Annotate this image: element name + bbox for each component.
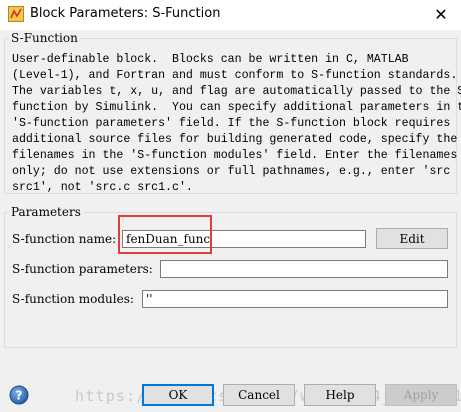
sfunction-parameters-input[interactable] [160,260,448,278]
help-question-icon[interactable]: ? [9,385,29,405]
sfunction-modules-label: S-function modules: [12,292,134,306]
sfunction-modules-input[interactable] [142,290,448,308]
sfunction-description: User-definable block. Blocks can be writ… [12,53,461,194]
cancel-button[interactable]: Cancel [223,384,295,406]
dialog-body: S-Function User-definable block. Blocks … [0,30,461,412]
sfunction-name-label: S-function name: [12,232,117,246]
title-bar: Block Parameters: S-Function ✕ [0,0,461,30]
simulink-block-icon [8,6,24,22]
sfunction-group-label: S-Function [9,31,80,45]
sfunction-parameters-label: S-function parameters: [12,262,153,276]
parameters-group-label: Parameters [9,205,83,219]
close-button[interactable]: ✕ [427,2,455,26]
svg-text:?: ? [16,389,23,403]
highlight-annotation [118,215,212,254]
ok-button[interactable]: OK [142,384,214,406]
close-icon: ✕ [434,4,448,24]
apply-button[interactable]: Apply [385,384,457,406]
help-button[interactable]: Help [304,384,376,406]
window-title: Block Parameters: S-Function [30,6,221,21]
edit-button[interactable]: Edit [376,228,448,249]
